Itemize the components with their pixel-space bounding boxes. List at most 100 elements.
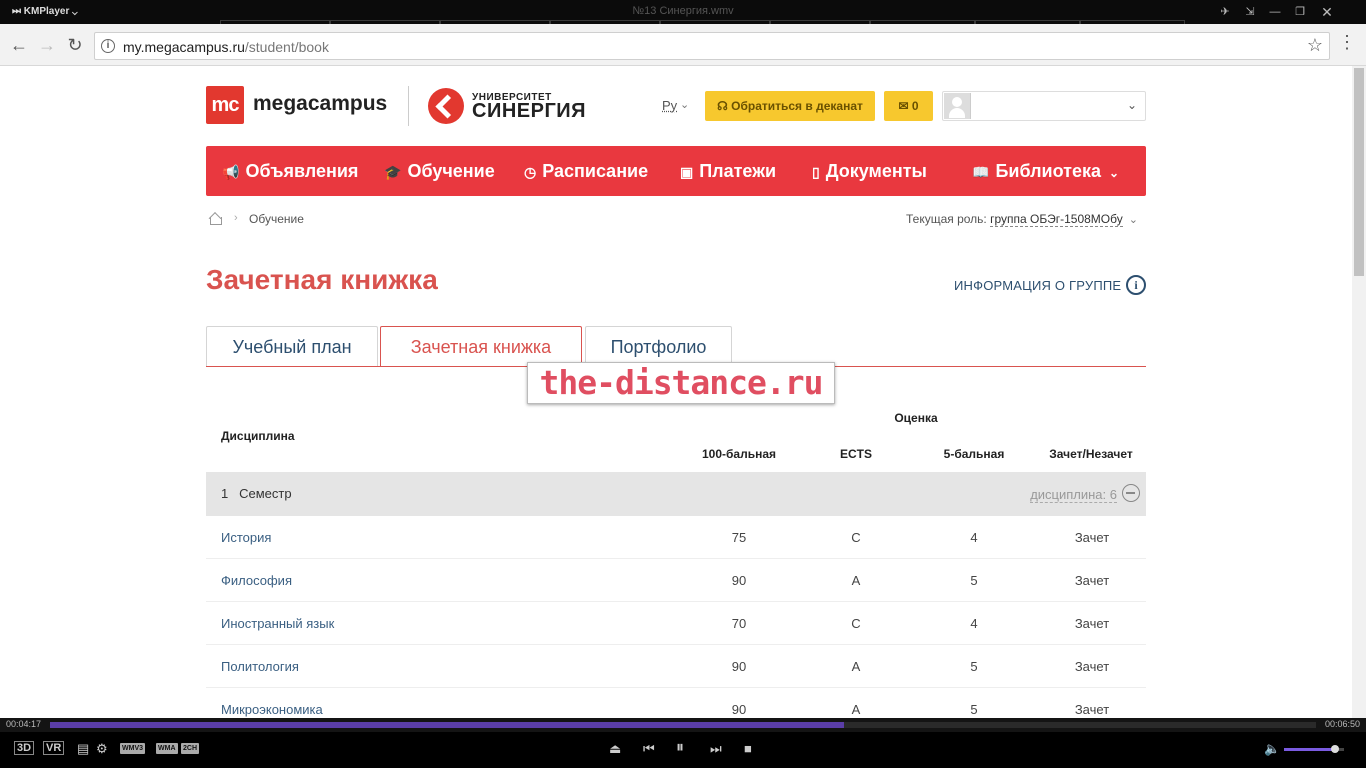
column-discipline: Дисциплина [221, 429, 295, 443]
tab-curriculum[interactable]: Учебный план [206, 326, 378, 367]
envelope-icon: ✉ [898, 99, 909, 113]
nav-item-documents[interactable]: ▯ Документы [812, 146, 927, 196]
language-chevron-down-icon[interactable]: ⌄ [680, 98, 689, 111]
avatar [944, 93, 971, 119]
format-tag: 2CH [181, 743, 200, 754]
forward-icon[interactable]: → [36, 34, 58, 56]
nav-item-schedule[interactable]: ◷ Расписание [524, 146, 648, 196]
role-label: Текущая роль: [906, 212, 987, 226]
messages-button[interactable]: ✉ 0 [884, 91, 933, 121]
semester-number: 1 [221, 486, 229, 501]
eject-icon[interactable]: ⏏ [609, 741, 621, 757]
collapse-icon[interactable] [1122, 484, 1140, 502]
role-chevron-down-icon[interactable]: ⌄ [1129, 214, 1138, 226]
reload-icon[interactable]: ↻ [64, 34, 86, 56]
pin-icon[interactable]: ✈ [1216, 4, 1234, 20]
seek-bar[interactable] [50, 722, 1316, 728]
megaphone-icon: 📢 [222, 164, 240, 180]
page-scrollbar[interactable] [1352, 66, 1366, 718]
synergy-logo-icon [428, 88, 464, 124]
current-role[interactable]: Текущая роль: группа ОБЭг-1508МОбу ⌄ [906, 212, 1138, 227]
mini-mode-icon[interactable]: ⇲ [1241, 4, 1259, 20]
score-ects: C [851, 616, 861, 631]
nav-item-label: Платежи [699, 161, 777, 181]
nav-item-learning[interactable]: 🎓 Обучение [384, 146, 495, 196]
player-progress-bar: 00:04:17 00:06:50 [0, 718, 1366, 732]
pause-icon[interactable]: ⏸ [676, 739, 684, 757]
settings-gear-icon[interactable]: ⚙ [96, 741, 108, 757]
minimize-icon[interactable]: — [1266, 4, 1284, 20]
megacampus-logo-mark[interactable]: mc [206, 86, 244, 124]
nav-item-payments[interactable]: ▣ Платежи [680, 146, 776, 196]
restore-icon[interactable]: ❐ [1291, 4, 1309, 20]
volume-slider[interactable] [1284, 745, 1344, 753]
score-ects: A [851, 659, 861, 674]
nav-item-library[interactable]: 📖 Библиотека ⌄ [972, 146, 1119, 196]
volume-knob[interactable] [1331, 745, 1339, 753]
semester-label: 1 Семестр [221, 486, 292, 501]
nav-item-announcements[interactable]: 📢 Объявления [222, 146, 358, 196]
3d-button[interactable]: 3D [14, 741, 35, 755]
group-info-link[interactable]: ИНФОРМАЦИЯ О ГРУППЕ [954, 278, 1121, 293]
home-icon[interactable] [208, 212, 222, 225]
playlist-icon[interactable]: ▤ [77, 741, 89, 757]
role-value[interactable]: группа ОБЭг-1508МОбу [990, 212, 1123, 227]
discipline-link[interactable]: Микроэкономика [221, 702, 323, 717]
breadcrumb-separator-icon: › [234, 212, 238, 224]
user-menu[interactable]: ⌄ [942, 91, 1146, 121]
discipline-link[interactable]: Политология [221, 659, 299, 674]
stop-icon[interactable]: ■ [744, 741, 752, 756]
player-file-title: №13 Синергия.wmv [632, 5, 734, 17]
scrollbar-thumb[interactable] [1354, 68, 1364, 276]
score-5: 5 [970, 659, 978, 674]
site-info-icon[interactable]: i [101, 39, 115, 53]
url-path: /student/book [244, 39, 329, 55]
next-icon[interactable]: ⏭ [710, 741, 722, 757]
watermark: the-distance.ru [527, 362, 835, 404]
discipline-link[interactable]: Философия [221, 573, 292, 588]
info-icon[interactable]: i [1126, 275, 1146, 295]
pass-status: Зачет [1074, 616, 1110, 631]
discipline-link[interactable]: Иностранный язык [221, 616, 334, 631]
contact-dean-button[interactable]: ☊ Обратиться в деканат [705, 91, 875, 121]
close-icon[interactable]: ✕ [1318, 4, 1336, 20]
volume-icon[interactable]: 🔈 [1264, 741, 1280, 757]
logo-divider [408, 86, 409, 126]
url-text[interactable]: my.megacampus.ru/student/book [123, 39, 329, 55]
score-100: 75 [731, 530, 747, 545]
score-ects: C [851, 530, 861, 545]
vr-button[interactable]: VR [43, 741, 65, 755]
language-selector[interactable]: Ру [662, 98, 677, 113]
breadcrumb-current: Обучение [249, 212, 304, 226]
table-header: Дисциплина Оценка 100-бальная ECTS 5-бал… [206, 400, 1146, 472]
score-5: 5 [970, 573, 978, 588]
tab-portfolio[interactable]: Портфолио [585, 326, 732, 367]
nav-item-label: Обучение [407, 161, 495, 181]
address-bar[interactable]: i my.megacampus.ru/student/book ☆ [94, 32, 1330, 60]
graduation-cap-icon: 🎓 [384, 164, 402, 180]
table-row: Философия 90 A 5 Зачет [206, 559, 1146, 602]
previous-icon[interactable]: ⏮ [643, 741, 655, 757]
table-row: Политология 90 A 5 Зачет [206, 645, 1146, 688]
volume-fill [1284, 748, 1335, 751]
pass-status: Зачет [1074, 702, 1110, 717]
semester-row[interactable]: 1 Семестр дисциплина: 6 [206, 472, 1146, 516]
money-icon: ▣ [680, 164, 694, 180]
score-100: 90 [731, 659, 747, 674]
semester-discipline-count[interactable]: дисциплина: 6 [1030, 487, 1117, 503]
table-row: Микроэкономика 90 A 5 Зачет [206, 688, 1146, 718]
browser-toolbar: ← → ↻ i my.megacampus.ru/student/book ☆ … [0, 24, 1366, 66]
column-100-scale: 100-бальная [701, 447, 777, 461]
column-pass-fail: Зачет/Незачет [1049, 447, 1133, 461]
score-5: 4 [970, 530, 978, 545]
megacampus-logo-name[interactable]: megacampus [253, 92, 387, 116]
bookmark-star-icon[interactable]: ☆ [1307, 35, 1323, 56]
back-icon[interactable]: ← [8, 34, 30, 56]
tab-gradebook[interactable]: Зачетная книжка [380, 326, 582, 367]
discipline-link[interactable]: История [221, 530, 271, 545]
score-100: 90 [731, 573, 747, 588]
score-5: 4 [970, 616, 978, 631]
user-chevron-down-icon[interactable]: ⌄ [1127, 98, 1137, 112]
pass-status: Зачет [1074, 530, 1110, 545]
browser-menu-icon[interactable]: ⋮ [1338, 32, 1356, 53]
